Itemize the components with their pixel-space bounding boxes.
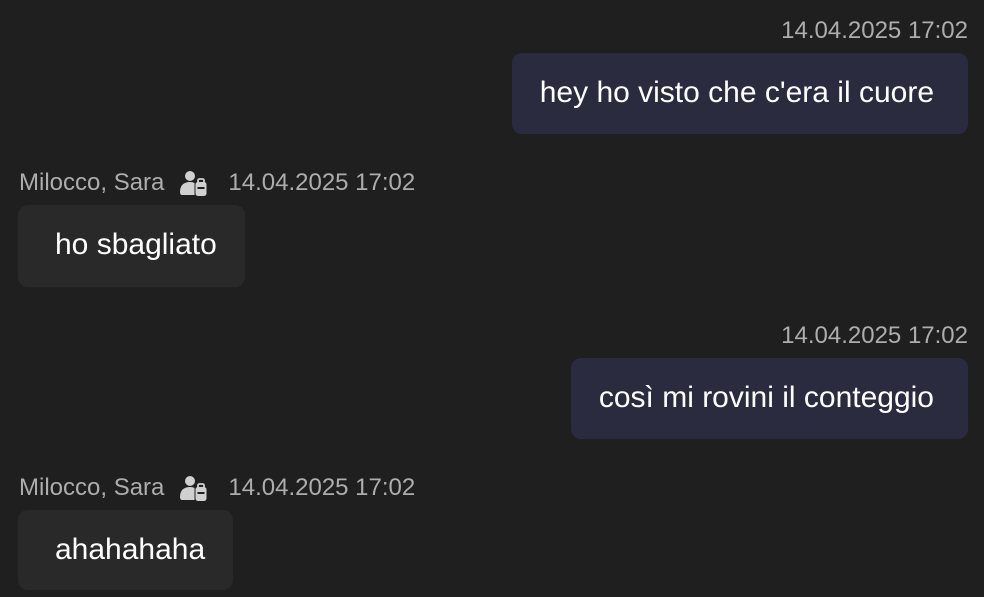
message-header: Milocco, Sara 14.04.2025 17:02	[19, 473, 415, 503]
external-user-icon	[178, 473, 208, 503]
chat-message-list: 14.04.2025 17:02 hey ho visto che c'era …	[0, 0, 984, 597]
outgoing-message-bubble[interactable]: così mi rovini il conteggio	[570, 358, 968, 439]
message-header: Milocco, Sara 14.04.2025 17:02	[19, 168, 415, 198]
message-timestamp: 14.04.2025 17:02	[228, 474, 416, 501]
message-timestamp: 14.04.2025 17:02	[781, 17, 968, 44]
message-text: così mi rovini il conteggio	[598, 381, 934, 414]
incoming-message-bubble[interactable]: ho sbagliato	[18, 205, 245, 287]
message-text: ho sbagliato	[55, 228, 217, 261]
sender-name[interactable]: Milocco, Sara	[19, 474, 164, 502]
external-user-icon	[178, 168, 208, 198]
message-timestamp: 14.04.2025 17:02	[228, 169, 416, 196]
message-timestamp: 14.04.2025 17:02	[781, 322, 968, 349]
sender-name[interactable]: Milocco, Sara	[19, 169, 164, 197]
incoming-message-bubble[interactable]: ahahahaha	[18, 510, 234, 590]
outgoing-message-bubble[interactable]: hey ho visto che c'era il cuore	[511, 53, 968, 134]
message-text: hey ho visto che c'era il cuore	[539, 76, 934, 109]
message-text: ahahahaha	[55, 533, 206, 566]
